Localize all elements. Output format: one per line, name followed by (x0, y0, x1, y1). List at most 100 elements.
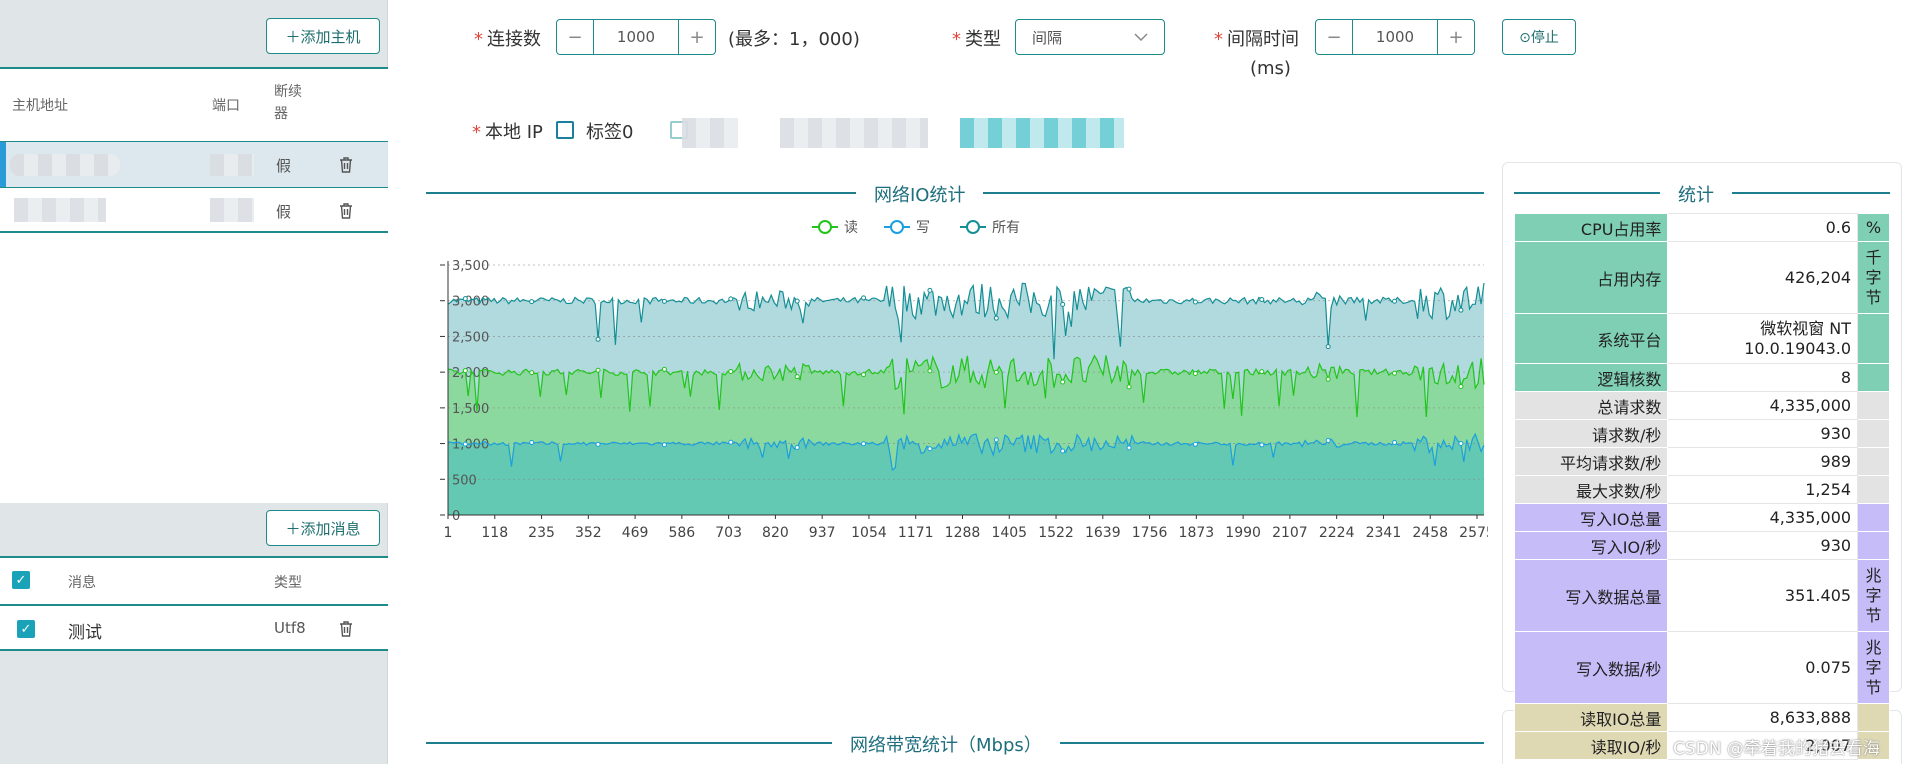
host-col-port: 端口 (212, 98, 240, 114)
type-select[interactable]: 间隔 (1015, 19, 1165, 55)
data-point (1259, 297, 1265, 303)
data-point (728, 439, 734, 445)
data-point (661, 442, 667, 448)
connections-value[interactable]: 1000 (593, 20, 679, 54)
host-row[interactable]: 假 (0, 187, 388, 233)
add-host-button[interactable]: ＋添加主机 (266, 18, 380, 54)
data-point (861, 441, 867, 447)
add-message-button[interactable]: ＋添加消息 (266, 510, 380, 546)
data-point (1458, 383, 1464, 389)
legend-label: 写 (916, 220, 930, 236)
ip-option-redacted[interactable] (682, 118, 738, 148)
y-tick-label: 3,500 (452, 259, 489, 274)
stats-row: 平均请求数/秒 989 (1513, 447, 1890, 476)
y-tick-label: 1,000 (452, 438, 489, 453)
x-tick-label: 2107 (1272, 525, 1308, 541)
x-tick-label: 2575 (1459, 525, 1488, 541)
network-io-title: 网络IO统计 (856, 181, 984, 207)
data-point (462, 296, 468, 302)
message-checkbox[interactable]: ✓ (17, 620, 35, 638)
data-point (1126, 384, 1132, 390)
data-point (1325, 344, 1331, 350)
tag0-checkbox[interactable] (556, 121, 574, 139)
ip-option-redacted[interactable] (960, 118, 1124, 148)
data-point (1060, 301, 1066, 307)
select-all-checkbox[interactable]: ✓ (12, 571, 30, 589)
tag0-label: 标签0 (586, 122, 634, 143)
stats-unit (1857, 703, 1890, 732)
msg-col-message: 消息 (68, 575, 96, 591)
ip-option-redacted[interactable] (780, 118, 928, 148)
stats-key: 总请求数 (1513, 391, 1669, 420)
host-table: 主机地址 端口 断续器 假 假 (0, 67, 388, 233)
x-tick-label: 1054 (851, 525, 887, 541)
stats-key: 占用内存 (1513, 241, 1669, 314)
stats-key: 逻辑核数 (1513, 363, 1669, 392)
host-col-address: 主机地址 (12, 98, 68, 114)
data-point (1259, 369, 1265, 375)
stats-unit (1857, 419, 1890, 448)
data-point (1192, 299, 1198, 305)
data-point (927, 446, 933, 452)
data-point (462, 368, 468, 374)
data-point (1060, 379, 1066, 385)
x-tick-label: 118 (481, 525, 508, 541)
stats-value: 8,633,888 (1667, 703, 1859, 732)
stats-value: 989 (1667, 447, 1859, 476)
legend-label: 读 (844, 219, 858, 236)
stats-unit (1857, 313, 1890, 364)
x-tick-label: 469 (622, 525, 649, 541)
x-tick-label: 1639 (1085, 525, 1121, 541)
legend-label: 所有 (992, 220, 1020, 236)
decrement-button[interactable]: − (1316, 20, 1352, 54)
stats-key: 系统平台 (1513, 313, 1669, 364)
type-select-value: 间隔 (1032, 28, 1063, 47)
increment-button[interactable]: + (1438, 20, 1474, 54)
x-tick-label: 1171 (898, 525, 934, 541)
local-ip-label: * 本地 IP (472, 122, 543, 143)
trash-icon[interactable] (338, 202, 354, 220)
connections-stepper[interactable]: − 1000 + (556, 19, 716, 55)
data-point (794, 374, 800, 380)
stats-value: 0.6 (1667, 213, 1859, 242)
stats-unit (1857, 531, 1890, 560)
watermark: CSDN @牵着我的猪去看海 (1673, 739, 1880, 759)
data-point (595, 367, 601, 373)
data-point (529, 370, 535, 376)
data-point (1392, 298, 1398, 304)
interval-unit: (ms) (1250, 58, 1291, 79)
stats-row: 写入数据/秒 0.075 兆字节 (1513, 631, 1890, 704)
msg-col-type: 类型 (274, 575, 302, 591)
interval-stepper[interactable]: − 1000 + (1315, 19, 1475, 55)
host-row[interactable]: 假 (0, 141, 388, 187)
x-tick-label: 820 (762, 525, 789, 541)
increment-button[interactable]: + (679, 20, 715, 54)
connections-label: * 连接数 (474, 29, 541, 50)
decrement-button[interactable]: − (557, 20, 593, 54)
stats-key: 读取IO/秒 (1513, 731, 1669, 760)
interval-value[interactable]: 1000 (1352, 20, 1438, 54)
stats-key: 最大求数/秒 (1513, 475, 1669, 504)
data-point (1259, 442, 1265, 448)
data-point (661, 366, 667, 372)
message-row[interactable]: ✓ 测试 Utf8 (0, 604, 388, 650)
data-point (1192, 371, 1198, 377)
data-point (1325, 437, 1331, 443)
stats-row: 写入IO总量 4,335,000 (1513, 503, 1890, 532)
y-tick-label: 0 (452, 509, 460, 524)
data-point (1126, 445, 1132, 451)
stats-row: 最大求数/秒 1,254 (1513, 475, 1890, 504)
legend-marker (818, 220, 832, 234)
trash-icon[interactable] (338, 620, 354, 638)
legend-marker (966, 220, 980, 234)
data-point (927, 287, 933, 293)
data-point (1458, 307, 1464, 313)
type-label: * 类型 (952, 29, 1001, 50)
host-address-redacted (10, 154, 120, 176)
stats-value: 1,254 (1667, 475, 1859, 504)
stats-key: 写入数据总量 (1513, 559, 1669, 632)
network-io-chart: 读写所有05001,0001,5002,0002,5003,0003,5001 1… (440, 219, 1488, 541)
stop-button[interactable]: ⊙停止 (1502, 19, 1576, 55)
trash-icon[interactable] (338, 156, 354, 174)
stats-value: 8 (1667, 363, 1859, 392)
